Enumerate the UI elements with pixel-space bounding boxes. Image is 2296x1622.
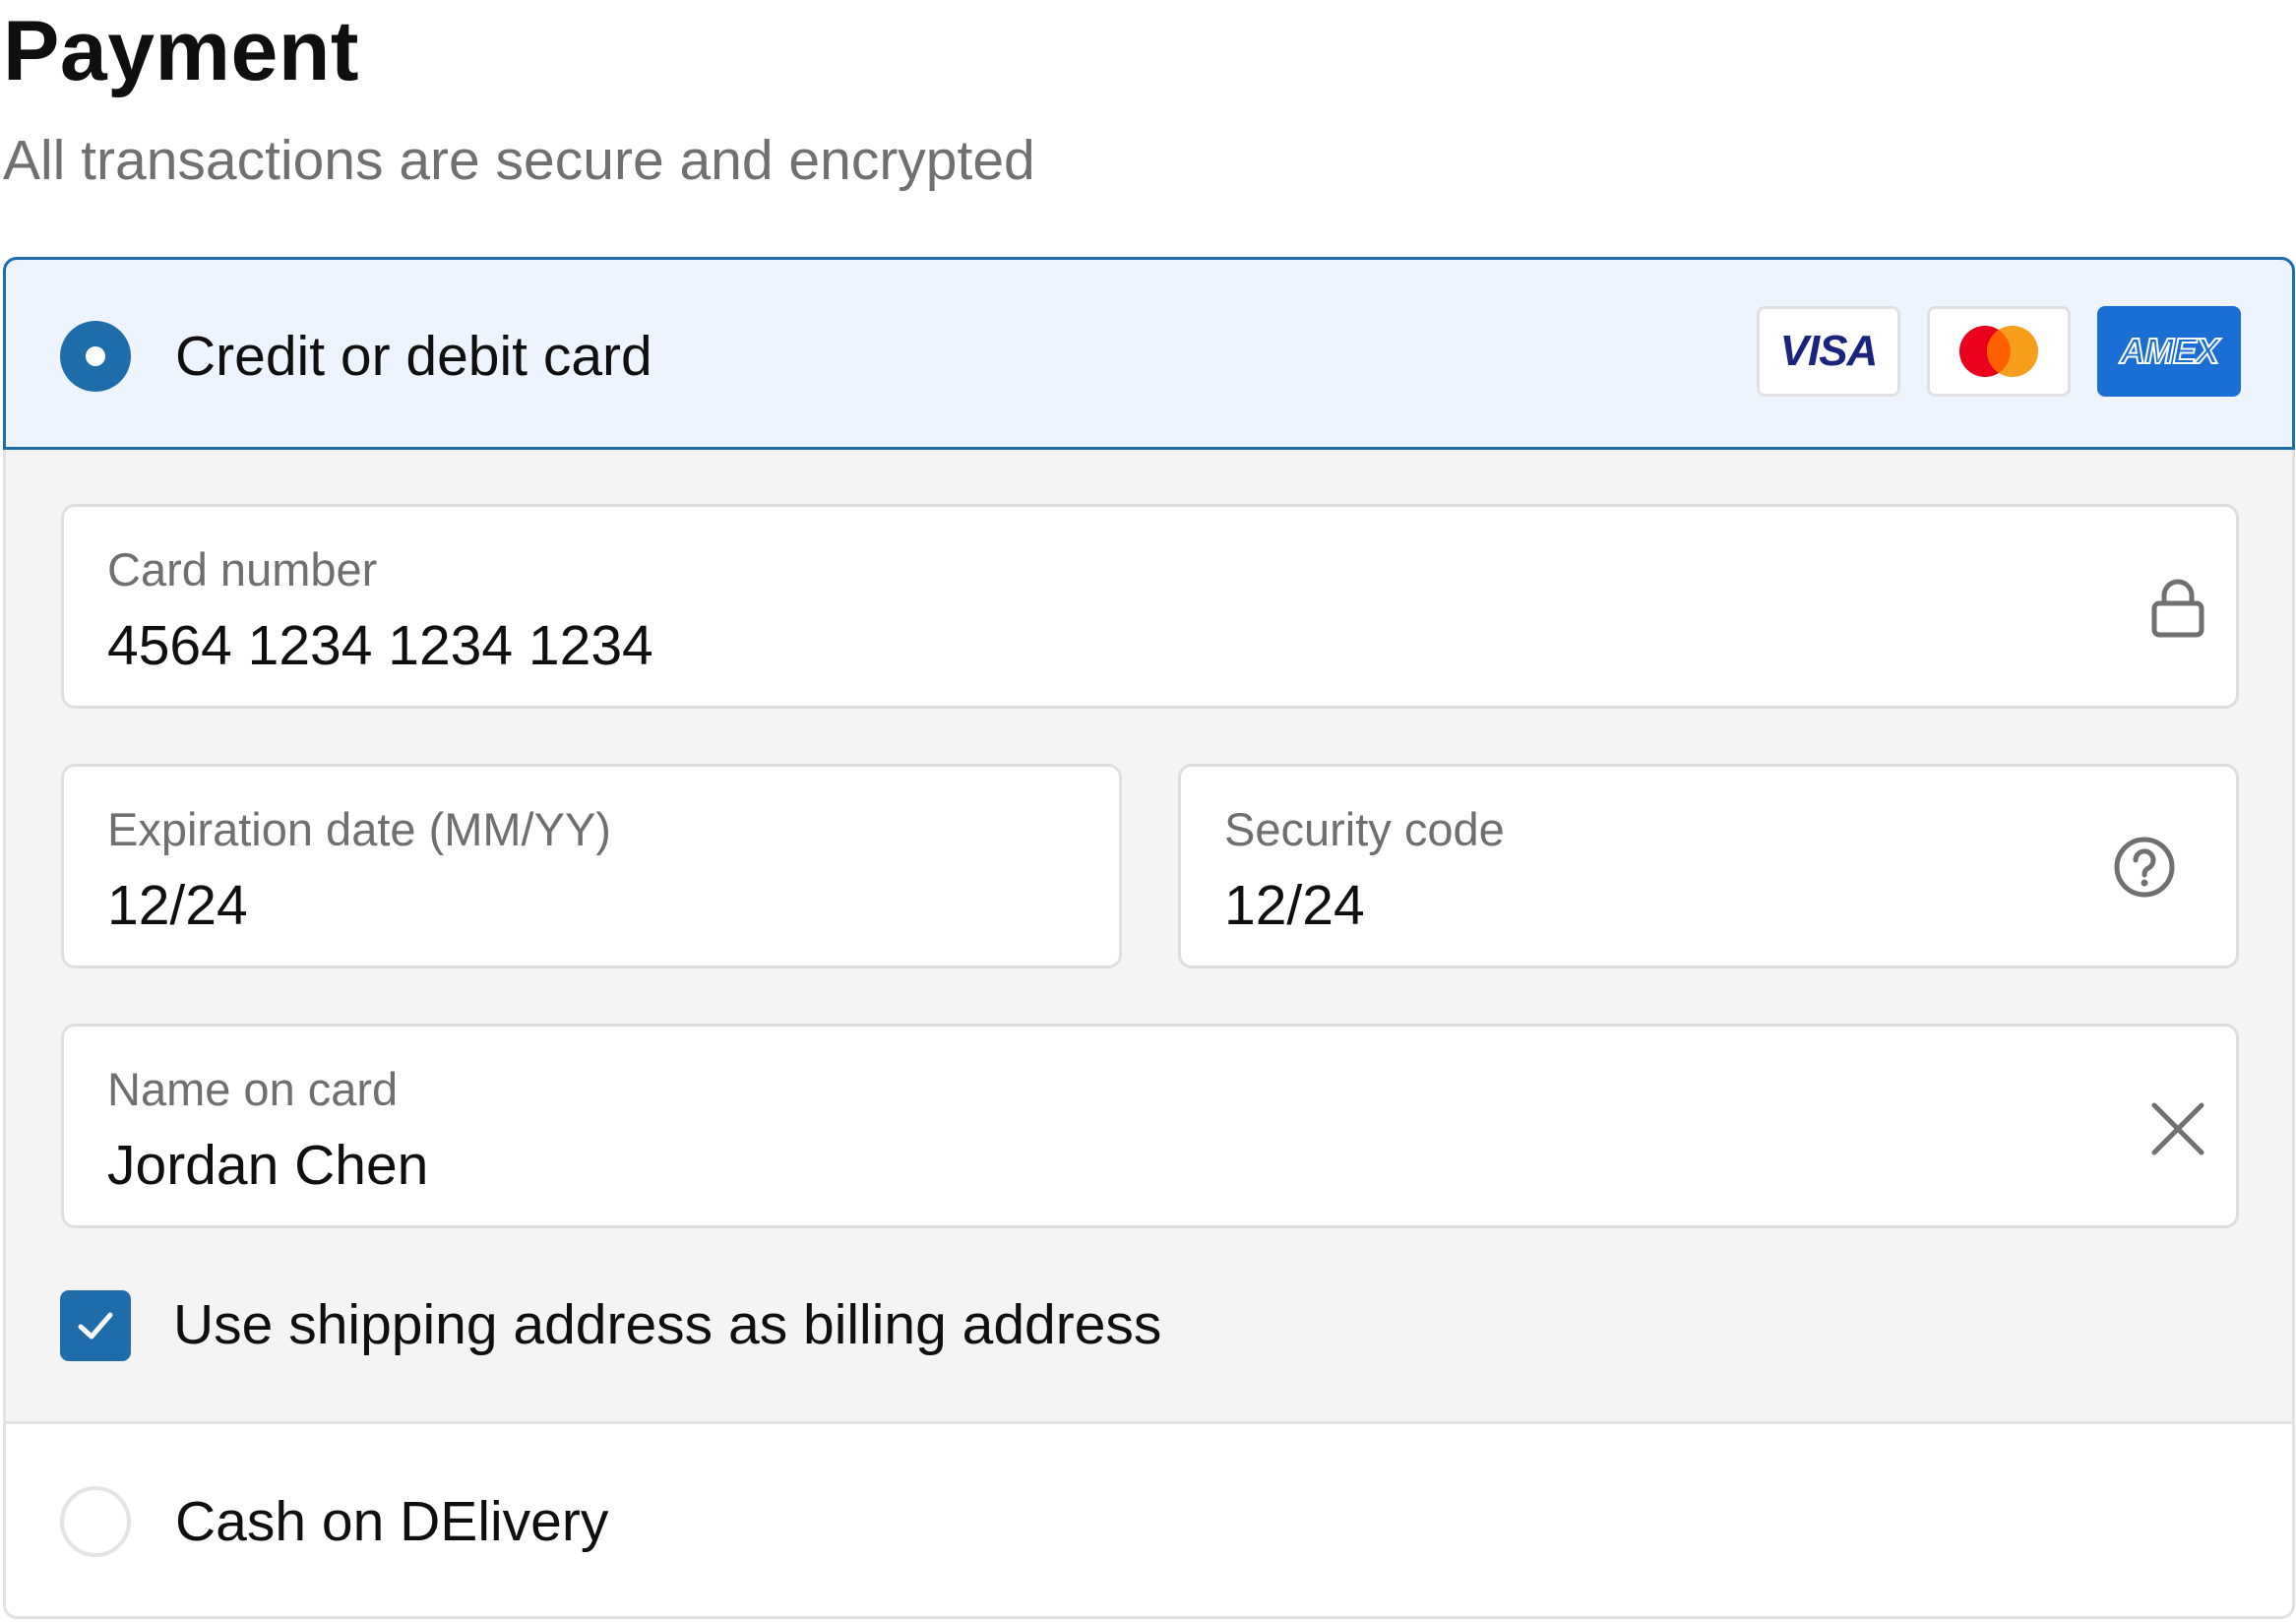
- security-code-value: 12/24: [1224, 874, 1365, 937]
- card-number-field[interactable]: Card number 4564 1234 1234 1234: [61, 504, 2239, 709]
- radio-credit-card[interactable]: [60, 321, 131, 392]
- credit-card-option-label: Credit or debit card: [175, 325, 652, 388]
- billing-address-checkbox-label: Use shipping address as billing address: [173, 1293, 1162, 1356]
- security-code-label: Security code: [1224, 803, 1505, 855]
- billing-address-checkbox[interactable]: [60, 1290, 131, 1361]
- lock-icon: [2151, 579, 2204, 638]
- expiration-date-value: 12/24: [107, 874, 248, 937]
- expiration-date-label: Expiration date (MM/YY): [107, 803, 611, 855]
- visa-logo: VISA: [1757, 306, 1900, 397]
- page-subtitle: All transactions are secure and encrypte…: [3, 129, 1035, 192]
- payment-option-card[interactable]: Credit or debit card VISA AMEX: [3, 257, 2295, 450]
- card-number-value: 4564 1234 1234 1234: [107, 614, 653, 677]
- security-code-field[interactable]: Security code 12/24: [1178, 764, 2239, 968]
- name-on-card-label: Name on card: [107, 1063, 399, 1115]
- help-circle-icon[interactable]: [2113, 836, 2176, 899]
- expiration-date-field[interactable]: Expiration date (MM/YY) 12/24: [61, 764, 1122, 968]
- payment-option-cash[interactable]: Cash on DElivery: [3, 1424, 2295, 1619]
- checkmark-icon: [78, 1312, 113, 1340]
- page-title: Payment: [3, 4, 359, 98]
- cash-option-label: Cash on DElivery: [175, 1490, 609, 1553]
- radio-cash-on-delivery[interactable]: [60, 1486, 131, 1557]
- name-on-card-value: Jordan Chen: [107, 1134, 429, 1197]
- amex-logo: AMEX: [2097, 306, 2241, 397]
- card-number-label: Card number: [107, 543, 378, 595]
- mastercard-logo: [1927, 306, 2071, 397]
- clear-icon[interactable]: [2146, 1097, 2209, 1160]
- name-on-card-field[interactable]: Name on card Jordan Chen: [61, 1024, 2239, 1228]
